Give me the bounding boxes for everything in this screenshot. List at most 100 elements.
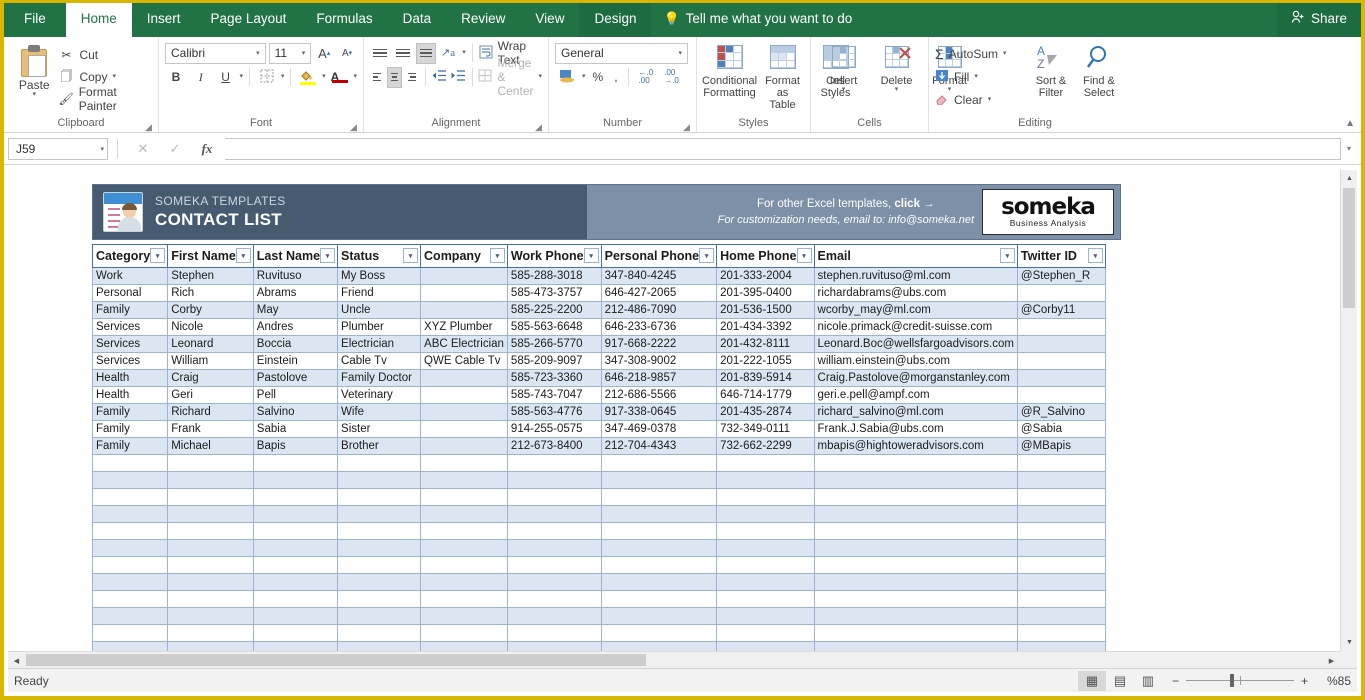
table-cell[interactable]: ABC Electrician (421, 336, 508, 353)
promo-click-link[interactable]: click → (894, 198, 934, 210)
column-header-first-name[interactable]: First Name▾ (168, 245, 254, 268)
table-cell[interactable]: Andres (253, 319, 337, 336)
scroll-right-arrow[interactable]: ▶ (1323, 652, 1340, 668)
table-cell[interactable] (93, 489, 168, 506)
increase-font-size-button[interactable]: A▴ (314, 42, 334, 64)
clipboard-dialog-launcher[interactable]: ◢ (145, 122, 154, 131)
align-left-button[interactable] (370, 67, 384, 88)
font-size-combo[interactable]: 11 ▾ (269, 43, 312, 64)
table-cell[interactable] (93, 591, 168, 608)
table-cell[interactable] (1017, 387, 1105, 404)
worksheet-canvas[interactable]: SOMEKA TEMPLATES CONTACT LIST For other … (8, 170, 1340, 651)
table-cell[interactable] (421, 574, 508, 591)
table-cell[interactable]: stephen.ruvituso@ml.com (814, 268, 1017, 285)
align-bottom-button[interactable] (416, 43, 436, 64)
table-row[interactable]: ServicesLeonardBocciaElectricianABC Elec… (93, 336, 1106, 353)
name-box[interactable]: J59 ▾ (8, 138, 108, 160)
table-cell[interactable] (717, 489, 814, 506)
chevron-down-icon[interactable]: ▾ (32, 92, 36, 98)
column-header-home-phone[interactable]: Home Phone▾ (717, 245, 814, 268)
table-cell[interactable] (168, 523, 254, 540)
table-row[interactable]: HealthGeriPellVeterinary585-743-7047212-… (93, 387, 1106, 404)
table-cell[interactable]: 347-840-4245 (601, 268, 716, 285)
table-cell[interactable]: 732-662-2299 (717, 438, 814, 455)
table-cell[interactable]: 646-233-6736 (601, 319, 716, 336)
horizontal-scrollbar-thumb[interactable] (26, 654, 646, 666)
table-cell[interactable]: 212-686-5566 (601, 387, 716, 404)
table-cell[interactable] (93, 608, 168, 625)
chevron-down-icon[interactable]: ▾ (1003, 51, 1007, 57)
collapse-ribbon-button[interactable]: ▲ (1345, 118, 1355, 129)
filter-dropdown-icon[interactable]: ▾ (584, 248, 599, 263)
table-cell[interactable] (93, 557, 168, 574)
table-cell[interactable] (338, 608, 421, 625)
table-cell[interactable] (717, 455, 814, 472)
table-cell[interactable] (168, 608, 254, 625)
table-cell[interactable] (338, 642, 421, 652)
table-cell[interactable] (421, 268, 508, 285)
table-row[interactable]: FamilyMichaelBapisBrother212-673-8400212… (93, 438, 1106, 455)
sort-filter-button[interactable]: A Z Sort & Filter (1027, 41, 1075, 116)
table-cell[interactable] (338, 591, 421, 608)
table-cell[interactable] (168, 574, 254, 591)
table-cell[interactable] (1017, 574, 1105, 591)
table-cell[interactable]: 201-435-2874 (717, 404, 814, 421)
table-cell[interactable]: Veterinary (338, 387, 421, 404)
table-cell[interactable] (253, 642, 337, 652)
table-cell[interactable]: Frank (168, 421, 254, 438)
table-cell[interactable] (601, 625, 716, 642)
table-cell[interactable] (168, 540, 254, 557)
fill-color-button[interactable] (297, 66, 319, 88)
filter-dropdown-icon[interactable]: ▾ (403, 248, 418, 263)
table-cell[interactable]: Richard (168, 404, 254, 421)
table-cell[interactable] (421, 489, 508, 506)
alignment-dialog-launcher[interactable]: ◢ (535, 122, 544, 131)
table-cell[interactable]: Cable Tv (338, 353, 421, 370)
table-cell[interactable] (168, 506, 254, 523)
table-cell[interactable] (601, 489, 716, 506)
table-cell[interactable] (507, 455, 601, 472)
filter-dropdown-icon[interactable]: ▾ (150, 248, 165, 263)
insert-cells-button[interactable]: Insert ▾ (817, 41, 870, 116)
filter-dropdown-icon[interactable]: ▾ (699, 248, 714, 263)
table-cell[interactable] (338, 455, 421, 472)
table-cell[interactable] (421, 421, 508, 438)
paste-button[interactable]: Paste ▾ (10, 41, 58, 116)
table-cell[interactable]: william.einstein@ubs.com (814, 353, 1017, 370)
table-cell[interactable]: Abrams (253, 285, 337, 302)
table-cell[interactable] (168, 557, 254, 574)
table-cell[interactable] (1017, 489, 1105, 506)
align-right-button[interactable] (405, 67, 419, 88)
table-cell[interactable]: Pastolove (253, 370, 337, 387)
table-row[interactable]: FamilyRichardSalvinoWife585-563-4776917-… (93, 404, 1106, 421)
table-cell[interactable]: @Sabia (1017, 421, 1105, 438)
decrease-indent-button[interactable] (431, 66, 447, 88)
table-cell[interactable] (507, 557, 601, 574)
table-cell[interactable] (601, 591, 716, 608)
table-cell[interactable] (601, 574, 716, 591)
table-cell[interactable]: 917-668-2222 (601, 336, 716, 353)
orientation-button[interactable]: ↗a (439, 42, 459, 64)
table-cell[interactable] (253, 625, 337, 642)
table-cell[interactable] (421, 370, 508, 387)
font-name-combo[interactable]: Calibri ▾ (165, 43, 266, 64)
table-cell[interactable]: @Corby11 (1017, 302, 1105, 319)
table-row[interactable] (93, 506, 1106, 523)
table-row[interactable]: FamilyFrankSabiaSister914-255-0575347-46… (93, 421, 1106, 438)
chevron-down-icon[interactable]: ▾ (100, 145, 104, 153)
table-cell[interactable] (601, 642, 716, 652)
italic-button[interactable]: I (190, 66, 212, 88)
chevron-down-icon[interactable]: ▾ (974, 74, 978, 80)
table-cell[interactable] (717, 472, 814, 489)
table-cell[interactable] (507, 489, 601, 506)
table-cell[interactable] (93, 642, 168, 652)
filter-dropdown-icon[interactable]: ▾ (797, 248, 812, 263)
table-cell[interactable] (814, 574, 1017, 591)
chevron-down-icon[interactable]: ▾ (842, 87, 846, 93)
chevron-down-icon[interactable]: ▾ (895, 87, 899, 93)
table-cell[interactable] (1017, 472, 1105, 489)
table-cell[interactable]: 646-218-9857 (601, 370, 716, 387)
format-as-table-button[interactable]: Format as Table (756, 41, 809, 116)
table-cell[interactable] (507, 506, 601, 523)
zoom-slider-knob[interactable] (1230, 674, 1234, 687)
